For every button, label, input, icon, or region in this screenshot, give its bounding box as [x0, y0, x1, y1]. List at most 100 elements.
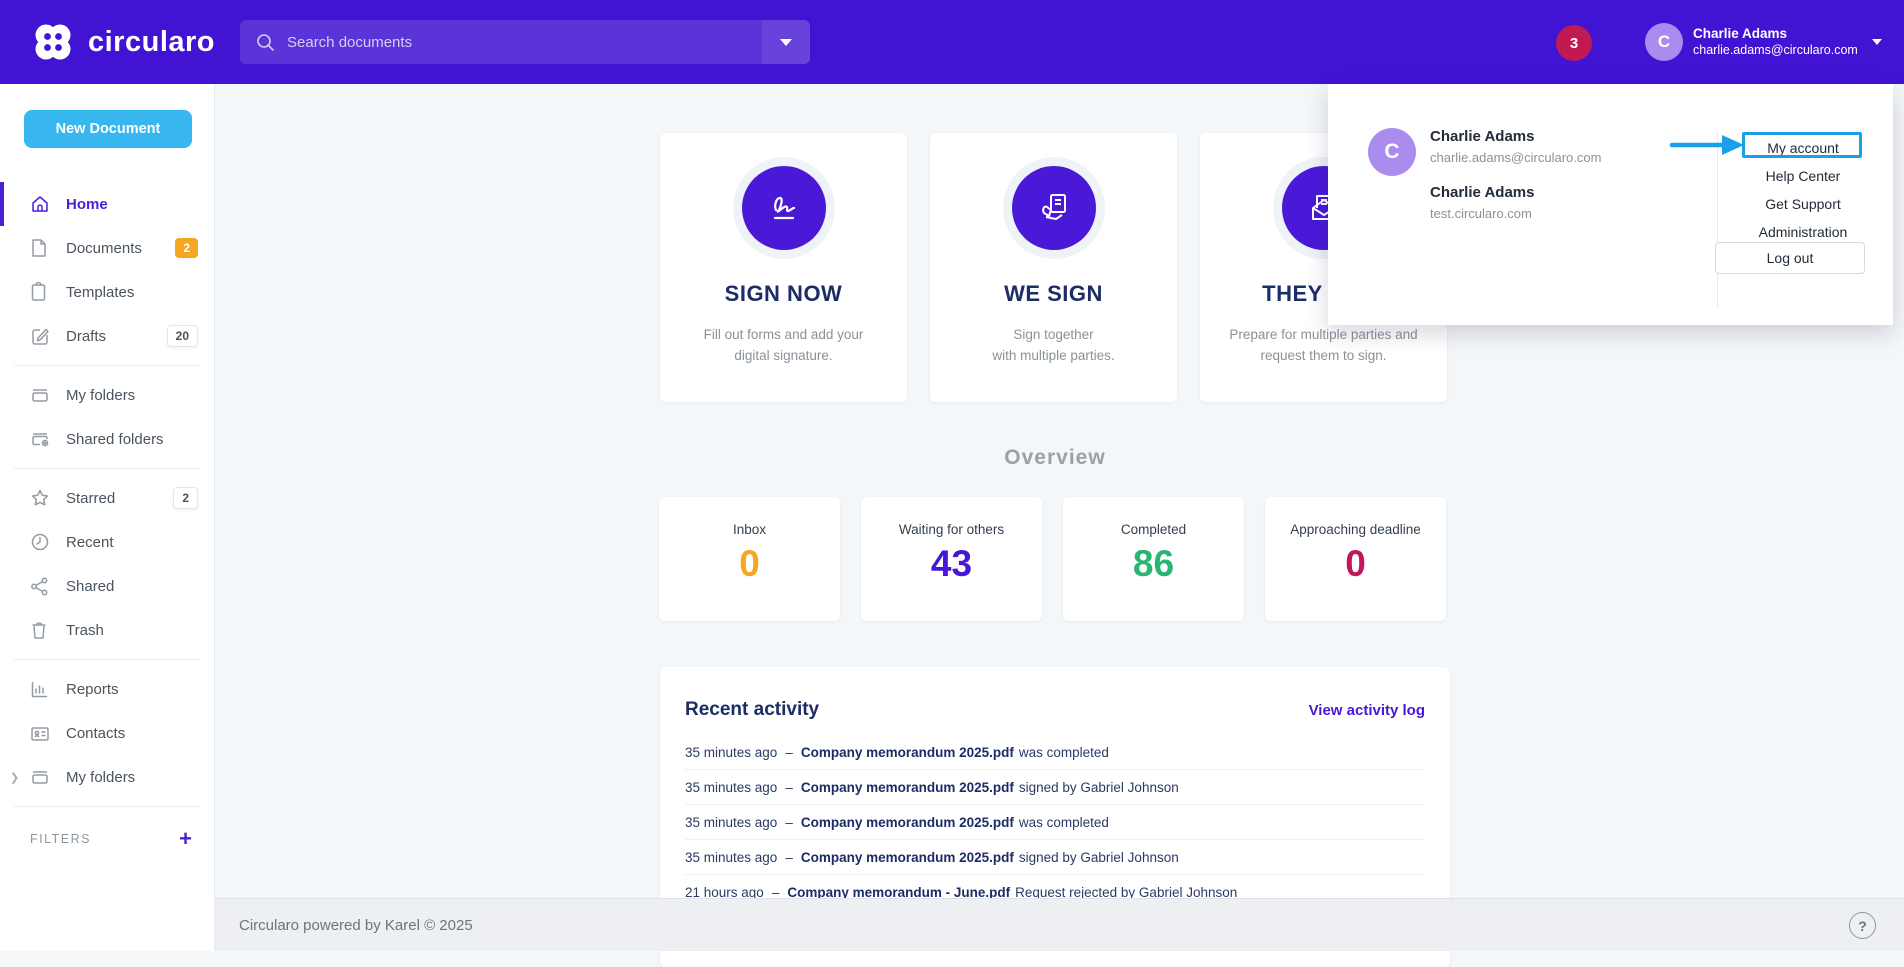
sidebar-item-label: Reports: [66, 681, 119, 698]
sign-now-card[interactable]: SIGN NOW Fill out forms and add your dig…: [660, 133, 907, 402]
activity-time: 35 minutes ago: [685, 815, 777, 830]
chevron-down-icon: [1872, 39, 1882, 45]
sidebar-item-my-folders-tree[interactable]: ❯ My folders: [0, 755, 214, 799]
add-filter-icon[interactable]: +: [179, 828, 192, 850]
logout-button[interactable]: Log out: [1715, 242, 1865, 274]
account-domain: test.circularo.com: [1430, 206, 1534, 221]
avatar: C: [1645, 23, 1683, 61]
sidebar-item-label: Shared: [66, 578, 114, 595]
user-email: charlie.adams@circularo.com: [1693, 43, 1858, 59]
stat-label: Approaching deadline: [1265, 522, 1446, 537]
search-scope-toggle[interactable]: [762, 20, 810, 64]
search-icon: [256, 33, 275, 52]
sidebar-item-shared[interactable]: Shared: [0, 564, 214, 608]
search-bar: [240, 20, 810, 64]
sidebar-item-reports[interactable]: Reports: [0, 667, 214, 711]
bar-chart-icon: [30, 680, 50, 699]
new-document-button[interactable]: New Document: [24, 110, 192, 148]
sidebar-nav: Home Documents 2 Templates: [0, 182, 214, 850]
activity-row[interactable]: 35 minutes ago – Company memorandum 2025…: [685, 805, 1425, 840]
sidebar-item-drafts[interactable]: Drafts 20: [0, 314, 214, 358]
sidebar-item-label: Drafts: [66, 328, 106, 345]
stat-value: 86: [1063, 543, 1244, 585]
star-icon: [30, 488, 50, 508]
divider: [14, 806, 200, 807]
separator: –: [785, 815, 793, 830]
filters-label: FILTERS: [30, 832, 91, 846]
sign-card-title: SIGN NOW: [660, 281, 907, 307]
sidebar: New Document Home Documents 2: [0, 84, 215, 951]
sidebar-item-home[interactable]: Home: [0, 182, 214, 226]
recent-activity-title: Recent activity: [685, 699, 819, 721]
edit-icon: [30, 326, 50, 346]
separator: –: [785, 745, 793, 760]
stat-card-inbox[interactable]: Inbox 0: [659, 497, 840, 621]
folder-icon: [30, 768, 50, 786]
account-email: charlie.adams@circularo.com: [1430, 150, 1601, 165]
separator: –: [785, 780, 793, 795]
chevron-right-icon[interactable]: ❯: [10, 771, 19, 784]
footer-text: Circularo powered by Karel © 2025: [239, 917, 473, 934]
sidebar-item-starred[interactable]: Starred 2: [0, 476, 214, 520]
menu-item-get-support[interactable]: Get Support: [1743, 190, 1863, 218]
sidebar-item-label: Documents: [66, 240, 142, 257]
shared-folder-icon: [30, 430, 50, 448]
share-icon: [30, 577, 50, 596]
sidebar-item-my-folders[interactable]: My folders: [0, 373, 214, 417]
view-activity-log-link[interactable]: View activity log: [1309, 702, 1425, 719]
activity-row[interactable]: 35 minutes ago – Company memorandum 2025…: [685, 735, 1425, 770]
activity-action: was completed: [1019, 745, 1109, 760]
menu-item-help-center[interactable]: Help Center: [1743, 162, 1863, 190]
we-sign-card[interactable]: WE SIGN Sign together with multiple part…: [930, 133, 1177, 402]
stat-value: 43: [861, 543, 1042, 585]
menu-item-my-account[interactable]: My account: [1743, 134, 1863, 162]
starred-count-badge: 2: [173, 487, 198, 509]
stat-label: Inbox: [659, 522, 840, 537]
signature-icon: [742, 166, 826, 250]
stat-value: 0: [659, 543, 840, 585]
account-name: Charlie Adams: [1430, 184, 1534, 201]
divider: [14, 365, 200, 366]
divider: [14, 468, 200, 469]
activity-row[interactable]: 35 minutes ago – Company memorandum 2025…: [685, 770, 1425, 805]
sidebar-item-label: Recent: [66, 534, 114, 551]
sidebar-item-shared-folders[interactable]: Shared folders: [0, 417, 214, 461]
user-menu-trigger[interactable]: C Charlie Adams charlie.adams@circularo.…: [1645, 23, 1882, 61]
stat-value: 0: [1265, 543, 1446, 585]
search-input[interactable]: [275, 34, 762, 51]
notifications-badge[interactable]: 3: [1556, 25, 1592, 61]
sidebar-item-label: Home: [66, 196, 108, 213]
brand-logo[interactable]: circularo: [30, 19, 215, 65]
sidebar-item-templates[interactable]: Templates: [0, 270, 214, 314]
sidebar-item-label: My folders: [66, 769, 135, 786]
activity-time: 35 minutes ago: [685, 780, 777, 795]
divider: [14, 659, 200, 660]
template-icon: [30, 282, 50, 302]
stat-card-deadline[interactable]: Approaching deadline 0: [1265, 497, 1446, 621]
sidebar-item-recent[interactable]: Recent: [0, 520, 214, 564]
stat-card-waiting[interactable]: Waiting for others 43: [861, 497, 1042, 621]
clock-icon: [30, 532, 50, 552]
activity-time: 35 minutes ago: [685, 850, 777, 865]
sidebar-item-contacts[interactable]: Contacts: [0, 711, 214, 755]
stat-card-completed[interactable]: Completed 86: [1063, 497, 1244, 621]
activity-document-name: Company memorandum 2025.pdf: [801, 780, 1014, 795]
home-icon: [30, 194, 50, 214]
avatar: C: [1368, 128, 1416, 176]
activity-row[interactable]: 35 minutes ago – Company memorandum 2025…: [685, 840, 1425, 875]
divider: [1717, 132, 1718, 307]
activity-action: was completed: [1019, 815, 1109, 830]
sidebar-item-label: Templates: [66, 284, 134, 301]
user-name: Charlie Adams: [1693, 26, 1858, 43]
sidebar-item-documents[interactable]: Documents 2: [0, 226, 214, 270]
drafts-count-badge: 20: [167, 325, 198, 347]
sidebar-item-trash[interactable]: Trash: [0, 608, 214, 652]
help-icon[interactable]: ?: [1849, 912, 1876, 939]
sidebar-item-label: Shared folders: [66, 431, 164, 448]
stat-label: Waiting for others: [861, 522, 1042, 537]
stat-label: Completed: [1063, 522, 1244, 537]
hand-signing-icon: [1012, 166, 1096, 250]
overview-title: Overview: [660, 446, 1450, 470]
activity-action: signed by Gabriel Johnson: [1019, 780, 1179, 795]
separator: –: [785, 850, 793, 865]
